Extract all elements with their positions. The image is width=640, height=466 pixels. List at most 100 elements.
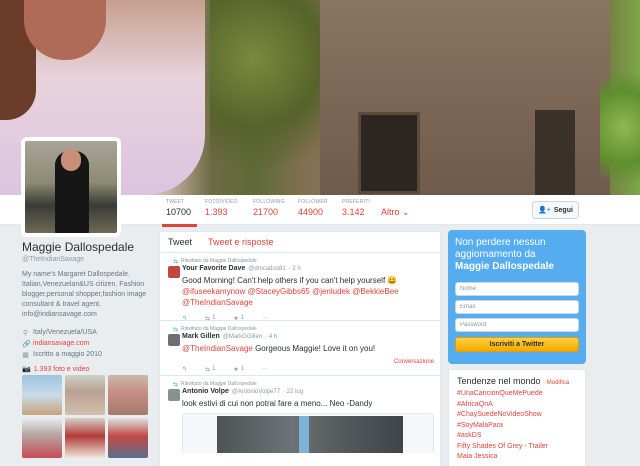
tweet-mention[interactable]: @TheIndianSavage <box>182 344 253 353</box>
tweet[interactable]: ⇆ Ritwittato da Maggie Dallospedale Mark… <box>160 321 440 376</box>
nav-photos-videos[interactable]: FOTO/VIDEO 1.393 <box>205 199 238 217</box>
favorite-count: 1 <box>240 366 245 372</box>
nav-favorites-count: 3.142 <box>342 207 365 217</box>
profile-bio: My name's Margaret Dallospedale. Italian… <box>22 271 147 318</box>
trend-item[interactable]: #AfricaQnA <box>457 400 577 411</box>
trends-module: Tendenze nel mondo · Modifica #UnaCancio… <box>448 369 586 466</box>
tweet-author-name[interactable]: Antonio Volpe <box>182 388 229 395</box>
tab-tweets-and-replies[interactable]: Tweet e risposte <box>208 237 274 247</box>
tweet-text: @TheIndianSavage Gorgeous Maggie! Love i… <box>182 343 432 354</box>
nav-tweets[interactable]: TWEET 10700 <box>161 199 198 227</box>
profile-card: Maggie Dallospedale @TheIndianSavage My … <box>22 240 152 360</box>
signup-email-input[interactable] <box>455 300 579 314</box>
nav-favorites-label: PREFERITI <box>342 199 370 205</box>
nav-tweets-label: TWEET <box>166 199 185 205</box>
profile-website-link[interactable]: indiansavage.com <box>33 340 89 347</box>
trends-change-link[interactable]: · Modifica <box>543 380 569 386</box>
tweet-media-image <box>217 416 403 453</box>
photo-thumbnail[interactable] <box>65 418 105 458</box>
photo-thumbnail[interactable] <box>22 375 62 415</box>
nav-more-menu[interactable]: Altro ⌄ <box>381 207 410 218</box>
profile-handle[interactable]: @TheIndianSavage <box>22 256 152 263</box>
retweet-context-text: Ritwittato da Maggie Dallospedale <box>181 258 257 264</box>
reply-icon[interactable]: ↰ <box>182 366 187 373</box>
chevron-down-icon: ⌄ <box>402 207 410 217</box>
favorite-action[interactable]: ★ 1 <box>233 366 244 373</box>
tweet-text-body: Good Morning! Can't help others if you c… <box>182 276 398 285</box>
tweet-media[interactable] <box>182 413 434 453</box>
photo-thumbnail[interactable] <box>108 375 148 415</box>
star-icon: ★ <box>233 366 239 373</box>
signup-profile-name: Maggie Dallospedale <box>455 261 554 272</box>
profile-avatar[interactable] <box>21 137 121 237</box>
tweet[interactable]: ⇆ Ritwittato da Maggie Dallospedale Your… <box>160 253 440 322</box>
profile-website: 🔗 indiansavage.com <box>22 338 152 349</box>
trends-header: Tendenze nel mondo · Modifica <box>457 376 577 389</box>
trend-item[interactable]: #ChaySuedeNoVideoShow <box>457 410 577 421</box>
nav-favorites[interactable]: PREFERITI 3.142 <box>342 199 370 217</box>
profile-name[interactable]: Maggie Dallospedale <box>22 240 152 254</box>
nav-following[interactable]: FOLLOWING 21700 <box>253 199 285 217</box>
trend-item[interactable]: #SoyMalaPara <box>457 421 577 432</box>
trend-item[interactable]: #askDS <box>457 431 577 442</box>
trends-title: Tendenze nel mondo <box>457 376 541 386</box>
header-photo-window <box>358 112 420 194</box>
retweet-action[interactable]: ⇆ 1 <box>205 366 215 373</box>
camera-icon: 📷 <box>22 366 31 373</box>
tweet-header: Antonio Volpe @AntonioVolpe77 · 22 lug <box>182 388 432 398</box>
tweet-mentions[interactable]: @ifuseekamynow @StaceyGibbs65 @jenludek … <box>182 287 399 307</box>
conversation-link[interactable]: Conversazione <box>394 359 434 365</box>
retweet-icon: ⇆ <box>205 366 211 373</box>
tweet-author-avatar[interactable] <box>168 389 180 401</box>
add-user-icon: 👤+ <box>538 207 551 214</box>
retweet-context-text: Ritwittato da Maggie Dallospedale <box>181 381 257 387</box>
follow-button[interactable]: 👤+ Segui <box>532 201 579 219</box>
profile-joined-text: Iscritto a maggio 2010 <box>33 351 102 358</box>
tweet-text: look estivi di cui non potrai fare a men… <box>182 399 373 408</box>
avatar-head <box>61 149 81 171</box>
tweet-timestamp[interactable]: · 22 lug <box>283 389 303 395</box>
signup-name-input[interactable] <box>455 282 579 296</box>
tweet-timestamp[interactable]: · 4 h <box>265 334 277 340</box>
trend-item[interactable]: Fifty Shades Of Grey - Trailer <box>457 442 577 453</box>
trends-fade <box>449 462 585 466</box>
tweet-author-handle[interactable]: @dmcadoo81 <box>248 266 285 272</box>
tweet-author-handle[interactable]: @MarkGGillen <box>223 334 262 340</box>
photos-videos-link[interactable]: 📷 1.393 foto e video <box>22 365 89 374</box>
signup-password-input[interactable] <box>455 318 579 332</box>
nav-followers-count: 44900 <box>298 207 324 217</box>
tab-tweets[interactable]: Tweet <box>168 237 192 247</box>
nav-followers[interactable]: FOLLOWER 44900 <box>298 199 328 217</box>
photo-thumbnail[interactable] <box>65 375 105 415</box>
tweet-author-name[interactable]: Your Favorite Dave <box>182 265 245 272</box>
tweet-author-handle[interactable]: @AntonioVolpe77 <box>232 389 280 395</box>
trend-item[interactable]: Maia Jessica <box>457 452 577 463</box>
photo-thumbnail[interactable] <box>108 418 148 458</box>
tweet-author-avatar[interactable] <box>168 266 180 278</box>
calendar-icon: ▦ <box>22 351 29 359</box>
more-options-icon[interactable]: ··· <box>262 366 268 372</box>
trend-item[interactable]: #UnaCancionQueMePuede <box>457 389 577 400</box>
retweet-count: 1 <box>212 366 216 372</box>
retweet-context: ⇆ Ritwittato da Maggie Dallospedale <box>173 380 432 388</box>
tweet-author-name[interactable]: Mark Gillen <box>182 333 220 340</box>
tweet[interactable]: ⇆ Ritwittato da Maggie Dallospedale Anto… <box>160 376 440 466</box>
nav-following-label: FOLLOWING <box>253 199 285 205</box>
nav-tweets-count: 10700 <box>166 207 192 217</box>
retweet-icon: ⇆ <box>173 326 179 333</box>
nav-more-label: Altro <box>381 207 400 217</box>
nav-following-count: 21700 <box>253 207 279 217</box>
profile-location-text: Italy/Venezuela/USA <box>33 329 97 336</box>
nav-followers-label: FOLLOWER <box>298 199 328 205</box>
photo-grid <box>22 375 148 458</box>
timeline: Tweet Tweet e risposte ⇆ Ritwittato da M… <box>159 231 441 466</box>
photo-thumbnail[interactable] <box>22 418 62 458</box>
tweet-text-body: Gorgeous Maggie! Love it on you! <box>252 344 376 353</box>
tweet-timestamp[interactable]: · 2 h <box>289 266 301 272</box>
retweet-context: ⇆ Ritwittato da Maggie Dallospedale <box>173 257 432 265</box>
tweet-author-avatar[interactable] <box>168 334 180 346</box>
signup-button[interactable]: Iscriviti a Twitter <box>455 337 579 352</box>
profile-location: ⚲ Italy/Venezuela/USA <box>22 327 152 338</box>
tweet-header: Mark Gillen @MarkGGillen · 4 h <box>182 333 432 343</box>
retweet-icon: ⇆ <box>173 258 179 265</box>
